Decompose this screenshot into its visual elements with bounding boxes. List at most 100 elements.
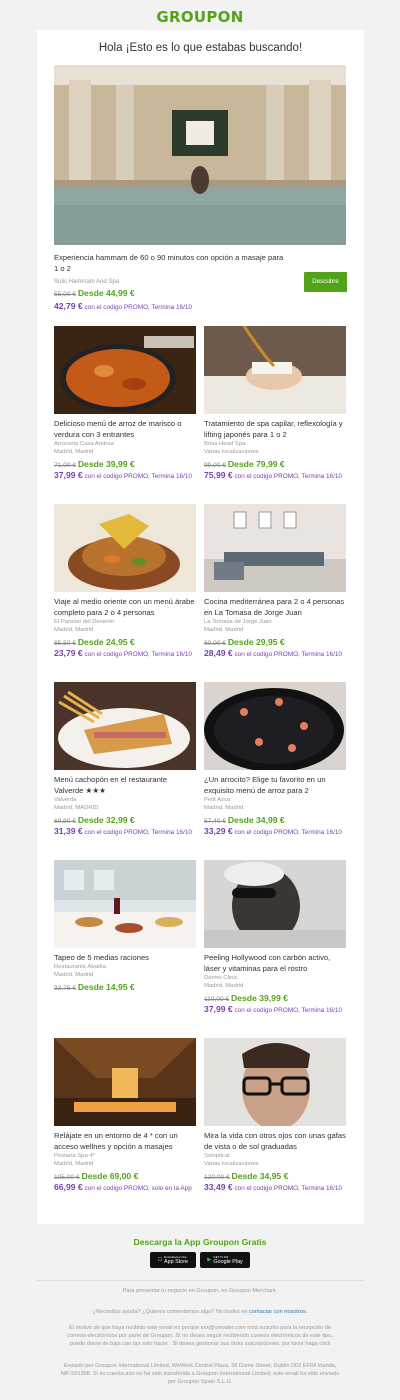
deal-old-price: 120,00 € [204, 1174, 230, 1181]
deal-title[interactable]: Cocina mediterránea para 2 o 4 personas … [204, 596, 346, 618]
deal-location: Madrid, Madrid [54, 972, 94, 978]
deal-promo-price: 33,49 € [204, 1182, 233, 1192]
deal-card[interactable]: ¿Un arrocito? Elige tu favorito en un ex… [204, 682, 346, 838]
deal-old-price: 65,50 € [54, 640, 76, 647]
deal-title[interactable]: Tratamiento de spa capilar, reflexología… [204, 418, 346, 440]
deal-promo-text: con el codigo PROMO, Termina 16/10 [234, 1007, 342, 1014]
deal-merchant: Restaurante Abadía [54, 964, 107, 970]
deal-old-price: 71,00 € [54, 462, 76, 469]
deal-card[interactable]: Relájate en un entorno de 4 * con un acc… [54, 1038, 196, 1194]
deal-image[interactable] [204, 504, 346, 592]
deal-title[interactable]: Viaje al medio oriente con un menú árabe… [54, 596, 196, 618]
hero-promo-price: 42,79 € [54, 301, 83, 311]
app-store-label: App Store [162, 1258, 188, 1265]
deal-price-row: 105,00 € Desde 69,00 € [54, 1171, 196, 1181]
deal-card[interactable]: Peeling Hollywood con carbón activo, lás… [204, 860, 346, 1016]
deal-price-row: 110,00 € Desde 39,99 € [204, 993, 346, 1003]
hero-current-price: Desde 44,99 € [77, 288, 135, 298]
app-store-badge[interactable]:  Download on theApp Store [150, 1252, 196, 1268]
deal-promo-row: 75,99 € con el codigo PROMO, Termina 16/… [204, 470, 346, 482]
deal-old-price: 105,00 € [54, 1174, 80, 1181]
deal-location: Madrid, Madrid [204, 805, 244, 811]
deal-merchant: El Paraíso del Desierto [54, 619, 115, 625]
email-card: Hola ¡Esto es lo que estabas buscando! E… [37, 30, 364, 1224]
deal-promo-row: 37,99 € con el codigo PROMO, Termina 16/… [204, 1004, 346, 1016]
contact-link[interactable]: contactar con nosotros. [249, 1309, 307, 1315]
deal-title[interactable]: Tapeo de 5 medias raciones [54, 952, 196, 963]
deal-image[interactable] [54, 504, 196, 592]
deal-old-price: 57,40 € [204, 818, 226, 825]
deal-current-price: Desde 32,99 € [77, 815, 135, 825]
deal-card[interactable]: Viaje al medio oriente con un menú árabe… [54, 504, 196, 660]
hero-price-row: 55,00 € Desde 44,99 € [54, 288, 135, 298]
deal-card[interactable]: Tratamiento de spa capilar, reflexología… [204, 326, 346, 482]
deal-merchant: La Tomasa de Jorge Juan [204, 619, 272, 625]
deal-title[interactable]: Mira la vida con otros ojos con unas gaf… [204, 1130, 346, 1152]
deal-promo-row: 66,99 € con el codigo PROMO, solo en la … [54, 1182, 196, 1194]
deal-title[interactable]: Peeling Hollywood con carbón activo, lás… [204, 952, 346, 974]
deal-image[interactable] [54, 1038, 196, 1126]
deal-price-row: 69,90 € Desde 32,99 € [54, 815, 196, 825]
deal-promo-row: 37,99 € con el codigo PROMO, Termina 16/… [54, 470, 196, 482]
deal-location: Madrid, Madrid [54, 627, 94, 633]
deal-promo-price: 37,99 € [54, 470, 83, 480]
deal-price-row: 57,40 € Desde 34,99 € [204, 815, 346, 825]
deal-current-price: Desde 29,95 € [227, 637, 285, 647]
deal-title[interactable]: Menú cachopón en el restaurante Valverde… [54, 774, 196, 796]
discover-button[interactable]: Descubre [304, 272, 347, 292]
play-icon: ▶ [207, 1257, 212, 1263]
deal-old-price: 110,00 € [204, 996, 230, 1003]
deal-promo-text: con el codigo PROMO, Termina 16/10 [234, 829, 342, 836]
deal-promo-row: 23,79 € con el codigo PROMO, Termina 16/… [54, 648, 196, 660]
deal-promo-row: 33,49 € con el codigo PROMO, Termina 16/… [204, 1182, 346, 1194]
deal-title[interactable]: Relájate en un entorno de 4 * con un acc… [54, 1130, 196, 1152]
deal-image[interactable] [54, 682, 196, 770]
deal-old-price: 69,90 € [54, 818, 76, 825]
merchant-note: Para presentar tu negocio en Groupon, en… [122, 1288, 278, 1294]
deal-image[interactable] [204, 1038, 346, 1126]
deal-merchant: Soloptical [204, 1153, 230, 1159]
deal-card[interactable]: Cocina mediterránea para 2 o 4 personas … [204, 504, 346, 660]
deal-image[interactable] [54, 860, 196, 948]
sender-info: Enviado por Groupon International Limite… [60, 1363, 340, 1385]
deal-merchant: Arrocería Casa Andrea [54, 441, 114, 447]
deal-promo-text: con el codigo PROMO, Termina 16/10 [84, 829, 192, 836]
hero-deal-image[interactable] [54, 65, 346, 245]
deal-price-row: 60,00 € Desde 29,95 € [204, 637, 346, 647]
google-play-label: Google Play [213, 1258, 243, 1265]
deal-promo-price: 33,29 € [204, 826, 233, 836]
deal-promo-row: 31,39 € con el codigo PROMO, Termina 16/… [54, 826, 196, 838]
deal-title[interactable]: ¿Un arrocito? Elige tu favorito en un ex… [204, 774, 346, 796]
deal-promo-text: con el codigo PROMO, solo en la App [84, 1185, 192, 1192]
deal-promo-price: 75,99 € [204, 470, 233, 480]
hero-deal-merchant: Sulis Hammam And Spa [54, 279, 120, 285]
deal-merchant: Brisa Head Spa [204, 441, 246, 447]
deal-promo-row: 28,49 € con el codigo PROMO, Termina 16/… [204, 648, 346, 660]
deal-image[interactable] [54, 326, 196, 414]
deal-image[interactable] [204, 326, 346, 414]
deal-image[interactable] [204, 682, 346, 770]
deal-promo-text: con el codigo PROMO, Termina 16/10 [234, 651, 342, 658]
deal-promo-price: 23,79 € [54, 648, 83, 658]
deal-image[interactable] [204, 860, 346, 948]
deal-location: Varias localizaciones [204, 1161, 259, 1167]
deal-promo-text: con el codigo PROMO, Termina 16/10 [84, 651, 192, 658]
deal-location: Madrid, Madrid [54, 449, 94, 455]
deal-merchant: Valverde [54, 797, 77, 803]
apple-icon:  [158, 1257, 162, 1263]
deal-title[interactable]: Delicioso menú de arroz de marisco o ver… [54, 418, 196, 440]
subscription-reason: El motivo de que haya recibido este emai… [67, 1325, 333, 1347]
deal-current-price: Desde 69,00 € [81, 1171, 139, 1181]
deal-price-row: 65,50 € Desde 24,95 € [54, 637, 196, 647]
deal-card[interactable]: Mira la vida con otros ojos con unas gaf… [204, 1038, 346, 1194]
deal-card[interactable]: Menú cachopón en el restaurante Valverde… [54, 682, 196, 838]
hero-deal-title[interactable]: Experiencia hammam de 60 o 90 minutos co… [54, 252, 289, 274]
deal-merchant: Pestana Spa 4* [54, 1153, 95, 1159]
app-store-badges:  Download on theApp Store ▶ GET IT ONGo… [150, 1252, 250, 1268]
deal-card[interactable]: Tapeo de 5 medias raciones Restaurante A… [54, 860, 196, 992]
google-play-badge[interactable]: ▶ GET IT ON Google Play [200, 1252, 250, 1268]
deal-card[interactable]: Delicioso menú de arroz de marisco o ver… [54, 326, 196, 482]
deal-promo-text: con el codigo PROMO, Termina 16/10 [234, 473, 342, 480]
groupon-logo[interactable]: GROUPON [0, 8, 400, 26]
hero-old-price: 55,00 € [54, 291, 76, 298]
